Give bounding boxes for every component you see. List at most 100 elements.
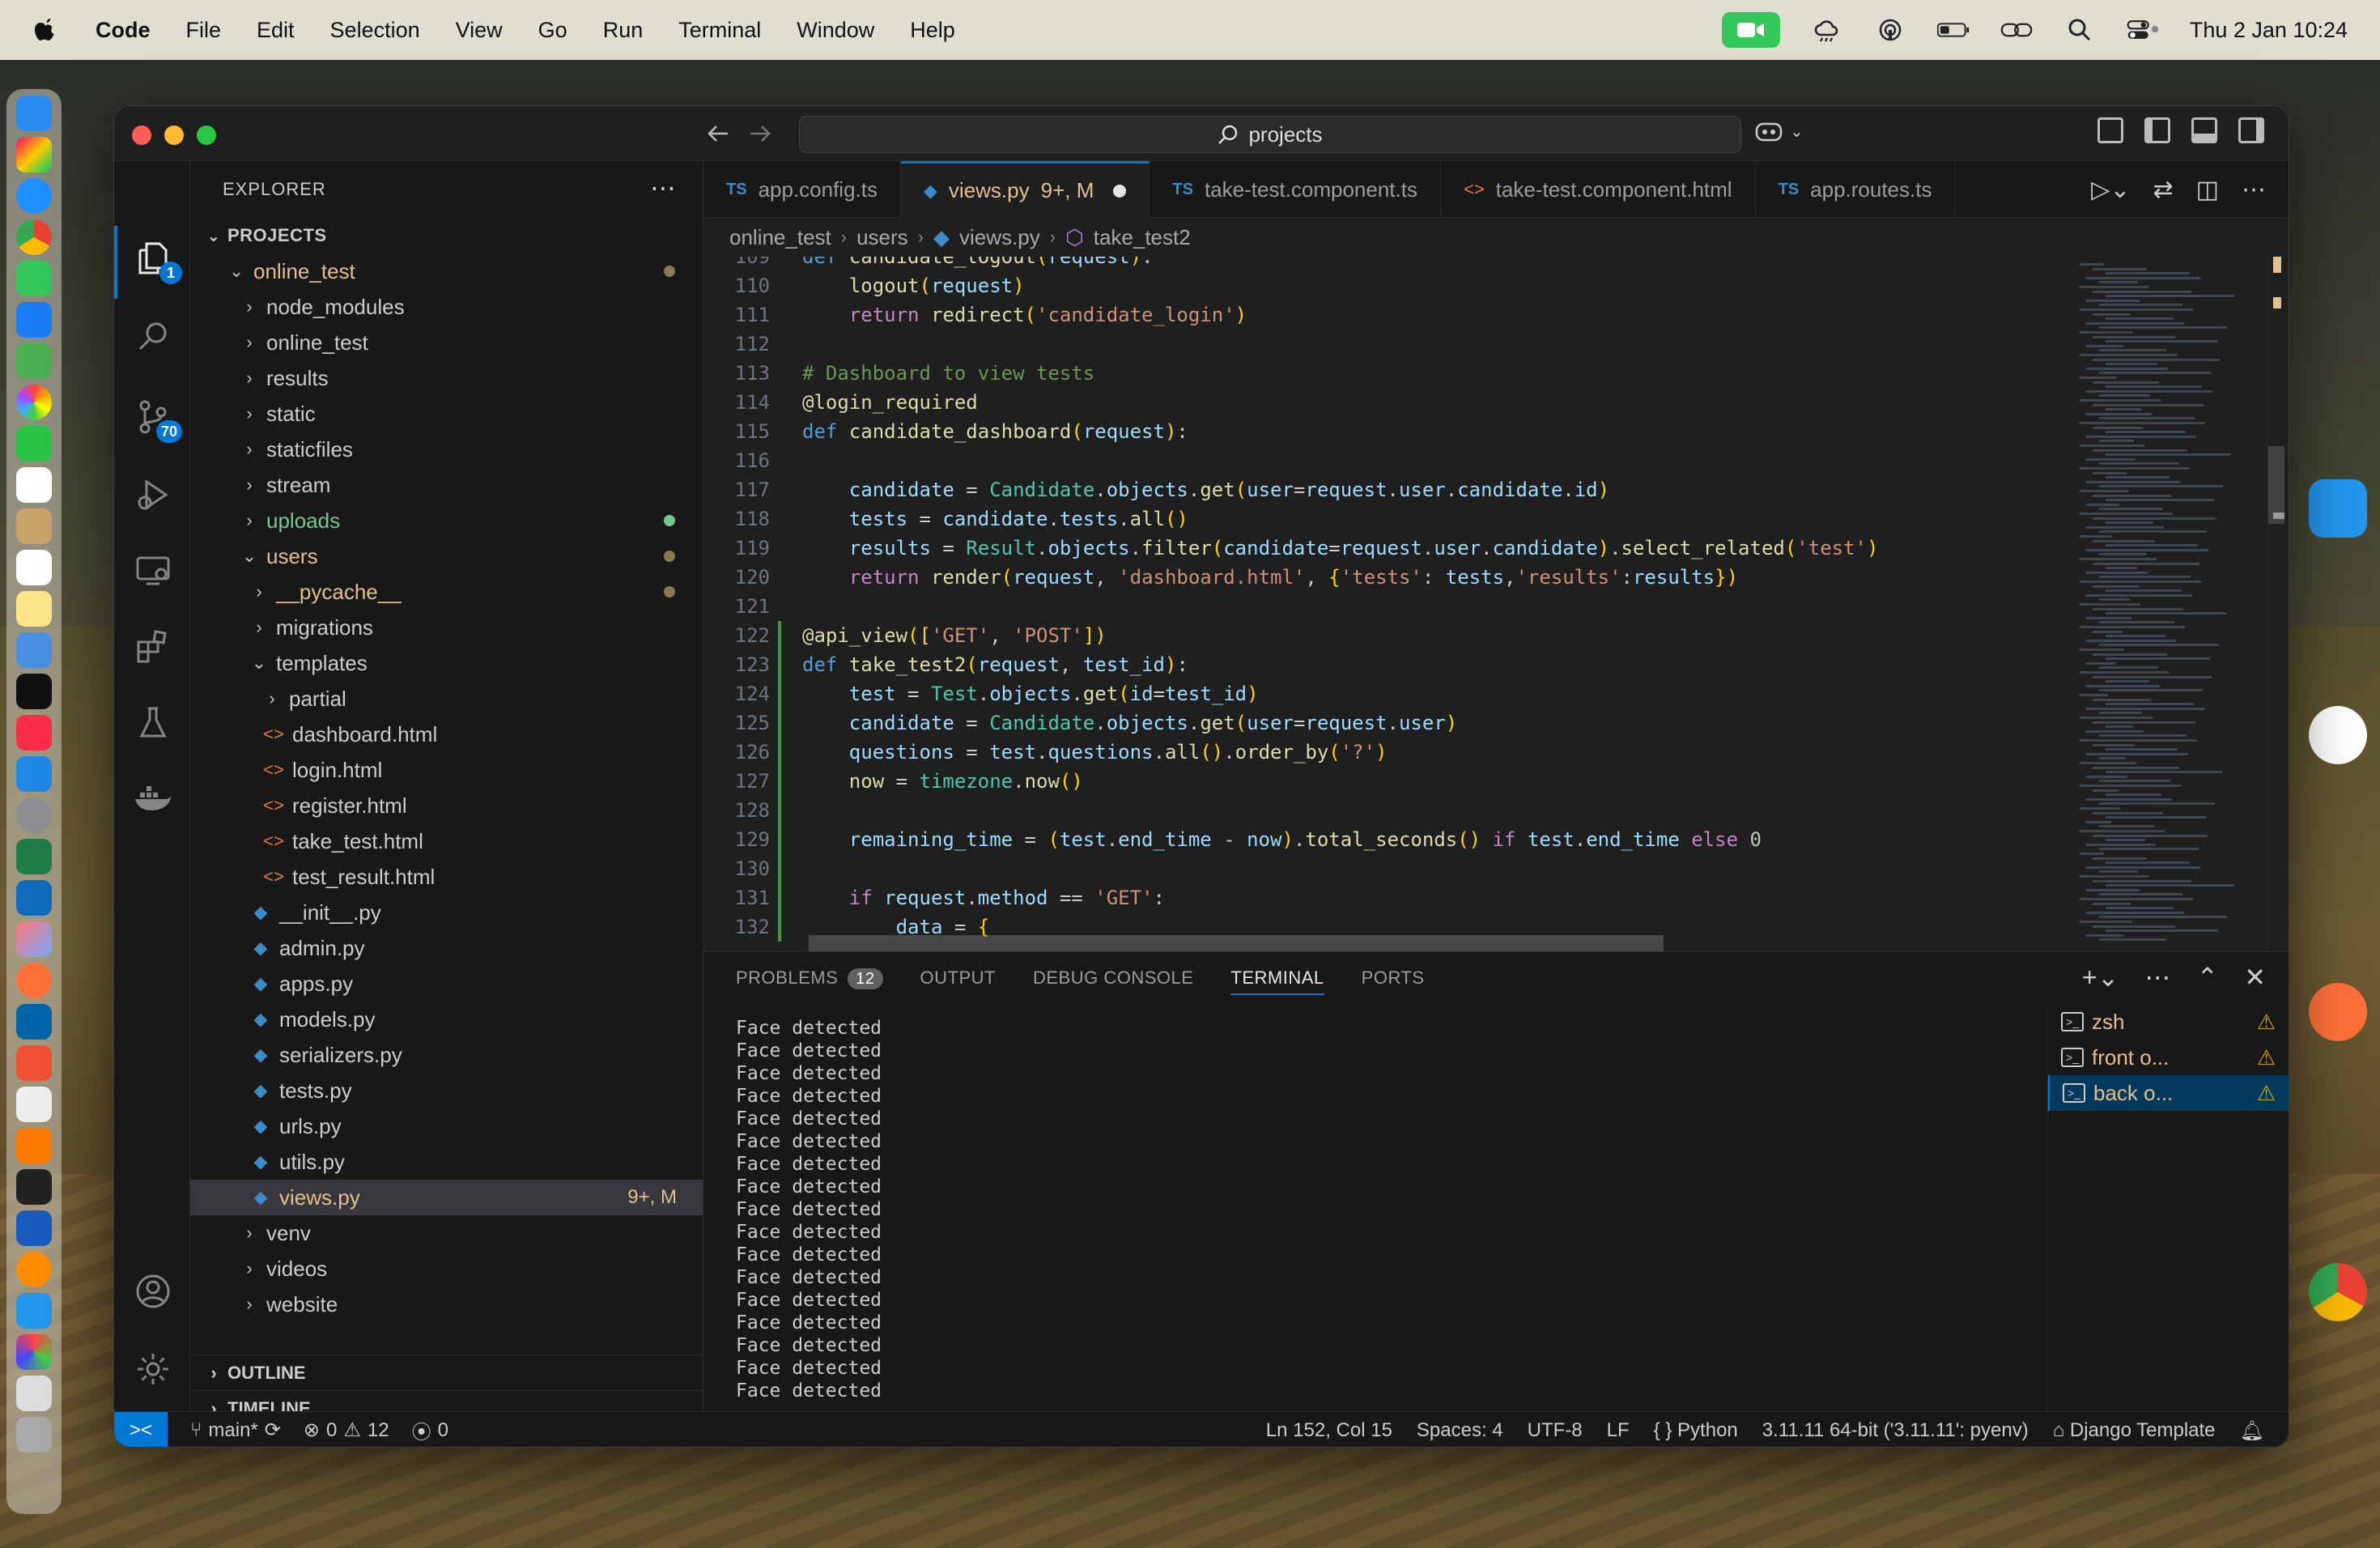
python-interpreter[interactable]: 3.11.11 64-bit ('3.11.11': pyenv) <box>1762 1419 2029 1442</box>
tree-item[interactable]: › partial <box>190 681 703 717</box>
facetime-status-icon[interactable] <box>1721 12 1780 48</box>
tree-item[interactable]: › staticfiles <box>190 432 703 467</box>
dock-maps-icon[interactable] <box>16 343 52 379</box>
horizontal-scrollbar[interactable] <box>809 935 1664 951</box>
airdrop-icon[interactable] <box>1874 15 1906 45</box>
toggle-primary-sidebar-icon[interactable] <box>2144 117 2170 143</box>
menu-app-name[interactable]: Code <box>96 18 151 43</box>
toggle-panel-icon[interactable] <box>2191 117 2217 143</box>
dock-app3-icon[interactable] <box>16 1334 52 1370</box>
dock-safari-icon[interactable] <box>16 178 52 214</box>
remote-explorer-icon[interactable] <box>132 550 174 592</box>
tree-item[interactable]: <> login.html <box>190 752 703 788</box>
more-actions-icon[interactable]: ⋯ <box>2242 176 2266 204</box>
accounts-icon[interactable] <box>132 1270 174 1312</box>
forwarded-ports[interactable]: ⦿ 0 <box>412 1416 448 1444</box>
tree-item[interactable]: › uploads <box>190 503 703 538</box>
manage-gear-icon[interactable] <box>132 1348 174 1390</box>
dock-word-icon[interactable] <box>16 1210 52 1246</box>
copilot-icon[interactable]: ⌄ <box>1754 119 1804 143</box>
git-branch[interactable]: ⑂ main* ⟳ <box>190 1418 281 1442</box>
menu-edit[interactable]: Edit <box>257 18 295 43</box>
run-python-file-icon[interactable]: ▷⌄ <box>2091 176 2130 204</box>
dock-facetime-icon[interactable] <box>16 426 52 461</box>
chrome-floating-icon[interactable] <box>2309 1263 2367 1321</box>
tree-item[interactable]: ⌄ users <box>190 538 703 574</box>
dock-textedit-icon[interactable] <box>16 1087 52 1122</box>
tree-item[interactable]: › results <box>190 360 703 396</box>
menu-view[interactable]: View <box>456 18 503 43</box>
tree-item[interactable]: <> dashboard.html <box>190 717 703 752</box>
menu-selection[interactable]: Selection <box>330 18 420 43</box>
dock-contacts-icon[interactable] <box>16 508 52 544</box>
menu-window[interactable]: Window <box>797 18 874 43</box>
docker-icon[interactable] <box>132 778 174 820</box>
menu-go[interactable]: Go <box>538 18 567 43</box>
run-debug-icon[interactable] <box>132 474 174 516</box>
dock-app-store-icon[interactable] <box>16 756 52 792</box>
command-center-search[interactable]: projects <box>799 116 1741 153</box>
tree-item[interactable]: ⌄ templates <box>190 645 703 681</box>
open-changes-icon[interactable]: ⇄ <box>2153 176 2174 204</box>
tab-ports[interactable]: PORTS <box>1362 968 1425 989</box>
dock-documents-icon[interactable] <box>16 1376 52 1411</box>
menu-run[interactable]: Run <box>603 18 644 43</box>
dock-vscode-icon[interactable] <box>16 1004 52 1040</box>
tree-item[interactable]: ◆ apps.py <box>190 966 703 1002</box>
outline-section-header[interactable]: › OUTLINE <box>190 1354 703 1390</box>
forward-arrow-icon[interactable] <box>746 119 775 148</box>
tree-item[interactable]: ◆ views.py 9+, M <box>190 1180 703 1215</box>
tree-item[interactable]: › node_modules <box>190 289 703 325</box>
battery-icon[interactable] <box>1936 15 1970 45</box>
window-close-button[interactable] <box>132 125 151 145</box>
indentation[interactable]: Spaces: 4 <box>1417 1419 1503 1442</box>
floating-app-icon[interactable] <box>2309 706 2367 764</box>
tree-item[interactable]: › venv <box>190 1215 703 1251</box>
window-minimize-button[interactable] <box>164 125 184 145</box>
control-center-icon[interactable] <box>2127 15 2159 45</box>
dock-freeform-icon[interactable] <box>16 632 52 668</box>
tree-item[interactable]: <> test_result.html <box>190 859 703 895</box>
tree-item[interactable]: ⌄ online_test <box>190 253 703 289</box>
tree-item[interactable]: › website <box>190 1286 703 1322</box>
dock-mail-icon[interactable] <box>16 302 52 338</box>
toggle-secondary-sidebar-icon[interactable] <box>2238 117 2264 143</box>
tree-item[interactable]: ◆ urls.py <box>190 1108 703 1144</box>
menu-terminal[interactable]: Terminal <box>678 18 761 43</box>
customize-layout-icon[interactable] <box>2097 117 2123 143</box>
back-arrow-icon[interactable] <box>703 119 733 148</box>
dock-calendar-icon[interactable] <box>16 467 52 503</box>
more-actions-icon[interactable]: ⋯ <box>650 172 677 203</box>
dock-finder-icon[interactable] <box>16 96 52 131</box>
tree-item[interactable]: › videos <box>190 1251 703 1286</box>
minimap[interactable] <box>2070 257 2264 951</box>
dock-settings-icon[interactable] <box>16 797 52 833</box>
notifications-bell-icon[interactable]: 🔔︎ <box>2240 1419 2264 1443</box>
weather-icon[interactable] <box>1811 15 1843 45</box>
source-control-icon[interactable]: 70 <box>132 396 182 443</box>
docker-floating-icon[interactable] <box>2309 479 2367 538</box>
dock-outlook-icon[interactable] <box>16 880 52 916</box>
breadcrumb-symbol[interactable]: take_test2 <box>1094 225 1191 250</box>
tab-app-config-ts[interactable]: TS app.config.ts <box>703 161 901 218</box>
firefox-floating-icon[interactable] <box>2309 983 2367 1041</box>
menu-clock[interactable]: Thu 2 Jan 10:24 <box>2190 18 2348 43</box>
link-icon[interactable] <box>2000 15 2033 45</box>
maximize-panel-icon[interactable]: ⌃ <box>2196 962 2218 993</box>
tree-item[interactable]: ◆ utils.py <box>190 1144 703 1180</box>
tree-item[interactable]: ◆ serializers.py <box>190 1037 703 1073</box>
projects-section-header[interactable]: ⌄ PROJECTS <box>190 218 703 253</box>
split-editor-icon[interactable]: ◫ <box>2196 176 2219 204</box>
tree-item[interactable]: › __pycache__ <box>190 574 703 610</box>
dock-trash-icon[interactable] <box>16 1417 52 1452</box>
dock-music-icon[interactable] <box>16 715 52 751</box>
tab-terminal[interactable]: TERMINAL <box>1230 961 1324 995</box>
tab-output[interactable]: OUTPUT <box>920 968 996 989</box>
problems-summary[interactable]: ⊗ 0 ⚠ 12 <box>304 1418 389 1442</box>
tree-item[interactable]: ◆ __init__.py <box>190 895 703 930</box>
tree-item[interactable]: <> register.html <box>190 788 703 823</box>
apple-menu-icon[interactable] <box>32 16 57 44</box>
breadcrumb-file[interactable]: views.py <box>959 225 1040 250</box>
dock-terminal-icon[interactable] <box>16 1169 52 1205</box>
tab-app-routes-ts[interactable]: TS app.routes.ts <box>1756 161 1956 218</box>
